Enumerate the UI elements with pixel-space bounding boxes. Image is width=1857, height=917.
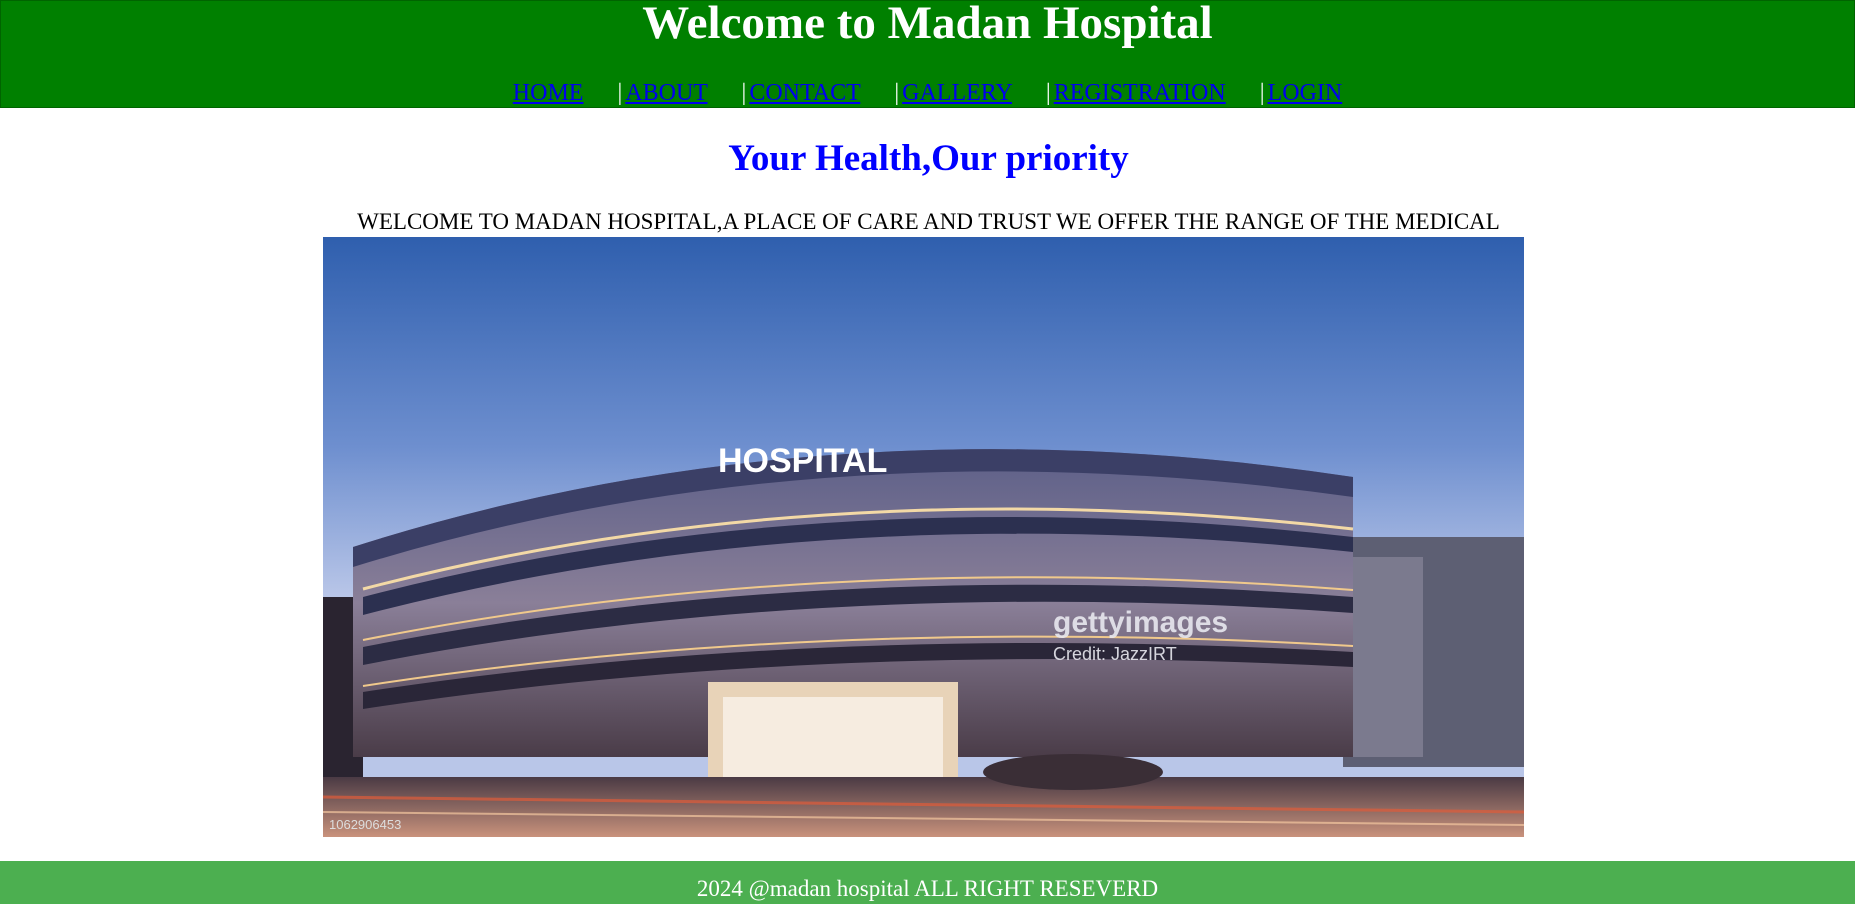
page-tagline: Your Health,Our priority bbox=[728, 138, 1129, 179]
site-footer: 2024 @madan hospital ALL RIGHT RESEVERD bbox=[0, 861, 1855, 904]
nav-separator: | bbox=[617, 80, 623, 106]
image-id-text: 1062906453 bbox=[329, 817, 401, 832]
nav-separator: | bbox=[1259, 80, 1265, 106]
nav-separator: | bbox=[741, 80, 747, 106]
footer-text: 2024 @madan hospital ALL RIGHT RESEVERD bbox=[696, 876, 1159, 901]
building-sign-text: HOSPITAL bbox=[718, 442, 887, 480]
nav-contact-link[interactable]: CONTACT bbox=[749, 80, 860, 106]
site-header: Welcome to Madan Hospital HOME | ABOUT | C… bbox=[0, 0, 1855, 108]
nav-registration-link[interactable]: REGISTRATION bbox=[1054, 80, 1226, 106]
nav-gallery-link[interactable]: GALLERY bbox=[902, 80, 1012, 106]
intro-text: WELCOME TO MADAN HOSPITAL,A PLACE OF CAR… bbox=[357, 209, 1500, 234]
hospital-building-image: HOSPITAL gettyimages Credit: JazzIRT 106… bbox=[323, 237, 1524, 837]
hospital-building-illustration: HOSPITAL gettyimages Credit: JazzIRT 106… bbox=[323, 237, 1524, 837]
nav-separator: | bbox=[1045, 80, 1051, 106]
watermark-credit: Credit: JazzIRT bbox=[1053, 644, 1177, 664]
site-title: Welcome to Madan Hospital bbox=[642, 0, 1213, 49]
watermark-text: gettyimages bbox=[1053, 606, 1228, 639]
nav-separator: | bbox=[894, 80, 900, 106]
nav-login-link[interactable]: LOGIN bbox=[1268, 80, 1343, 106]
main-nav: HOME | ABOUT | CONTACT | GALLERY | REGISTRAT… bbox=[1, 78, 1854, 108]
nav-home-link[interactable]: HOME bbox=[513, 80, 584, 106]
nav-about-link[interactable]: ABOUT bbox=[625, 80, 707, 106]
